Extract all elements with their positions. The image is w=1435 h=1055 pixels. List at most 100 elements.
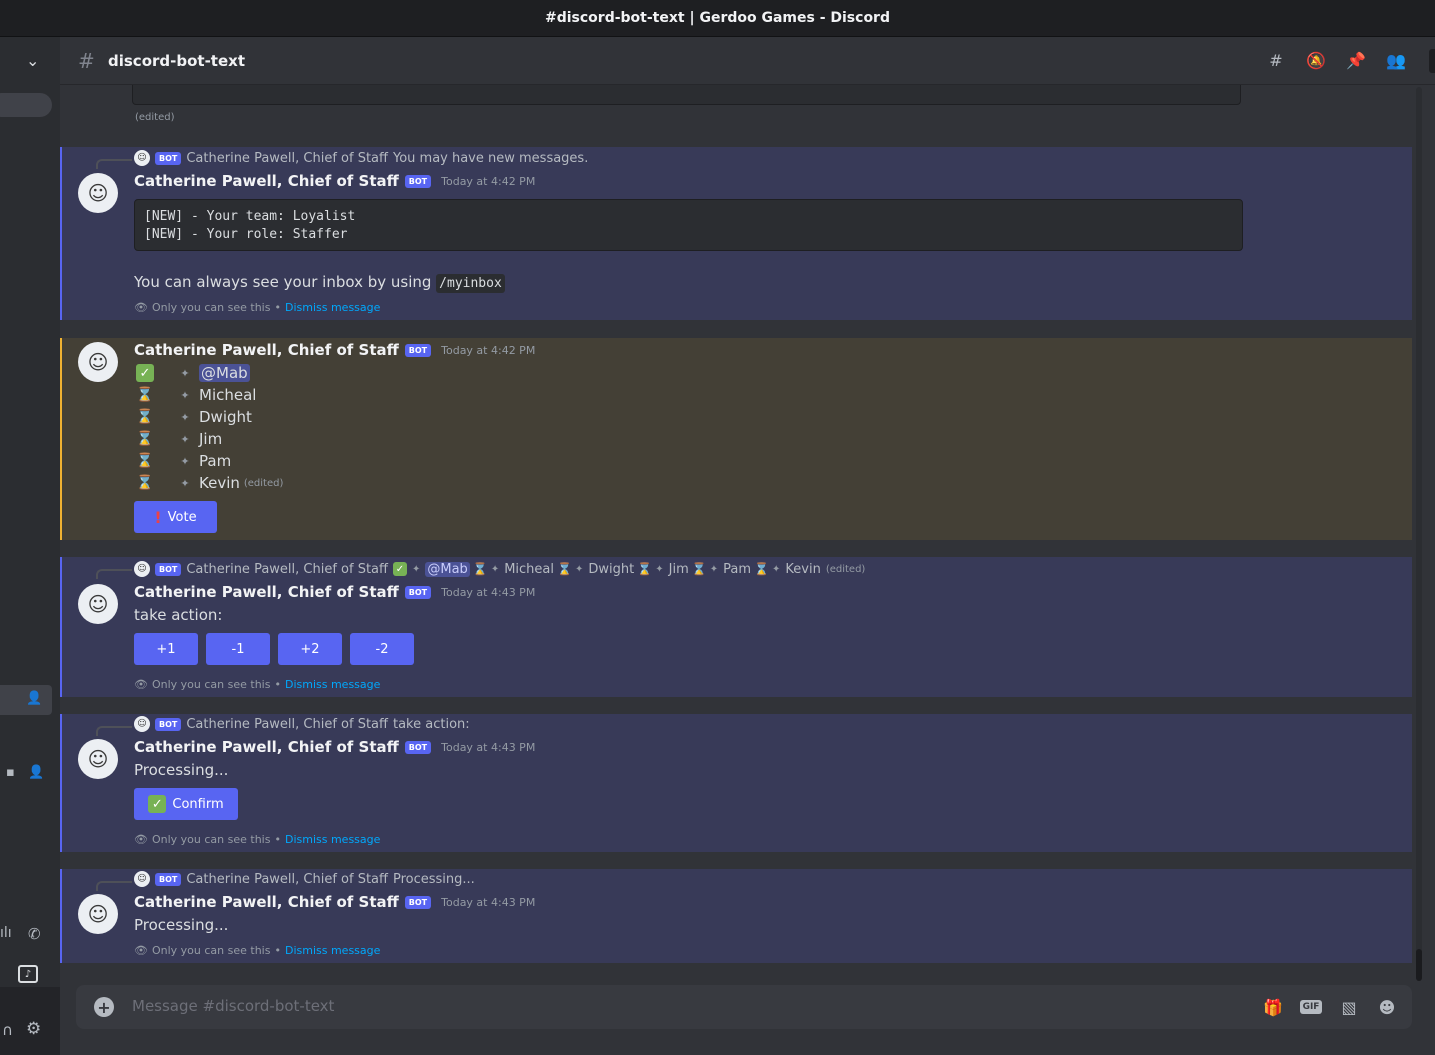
bot-avatar[interactable]: ☺ (78, 739, 118, 779)
add-member-icon[interactable]: 👤 (28, 765, 44, 780)
check-icon: ✓ (148, 795, 167, 813)
voter-name: Micheal (199, 386, 257, 404)
bot-mini-avatar: ☺ (134, 871, 150, 887)
edited-label: (edited) (825, 563, 866, 575)
ephemeral-message: ☺ BOT Catherine Pawell, Chief of Staff ✓… (60, 557, 1412, 697)
author-name[interactable]: Catherine Pawell, Chief of Staff (134, 341, 399, 359)
voter-row: ⌛ ✦ Jim (134, 428, 283, 450)
player-icon: ✦ (180, 366, 190, 380)
separator: • (274, 301, 281, 314)
bot-avatar[interactable]: ☺ (78, 342, 118, 382)
author-name[interactable]: Catherine Pawell, Chief of Staff (134, 583, 399, 601)
voice-activity-icon: ılı (0, 925, 12, 941)
player-icon: ✦ (772, 563, 781, 575)
minus-two-button[interactable]: -2 (350, 633, 414, 665)
bot-badge: BOT (404, 895, 432, 909)
reply-voter: Dwight (588, 561, 635, 577)
separator: • (274, 833, 281, 846)
channel-name: discord-bot-text (108, 51, 245, 70)
ephemeral-message: ☺ BOT Catherine Pawell, Chief of Staff P… (60, 869, 1412, 963)
message-header: Catherine Pawell, Chief of Staff BOT Tod… (134, 341, 535, 359)
add-friend-icon[interactable]: 👤 (26, 691, 42, 706)
voter-row: ⌛ ✦ Pam (134, 450, 283, 472)
confirm-button[interactable]: ✓ Confirm (134, 788, 238, 820)
voter-row: ⌛ ✦ Kevin (edited) (134, 472, 283, 494)
mute-icon[interactable]: 🔕 (1305, 49, 1327, 71)
threads-icon[interactable]: # (1265, 49, 1287, 71)
reply-voter: Micheal (504, 561, 554, 577)
bot-avatar[interactable]: ☺ (78, 173, 118, 213)
author-name[interactable]: Catherine Pawell, Chief of Staff (134, 893, 399, 911)
reply-preview[interactable]: ☺ BOT Catherine Pawell, Chief of Staff ✓… (134, 560, 865, 578)
message-composer[interactable]: + Message #discord-bot-text 🎁 GIF ▧ ☻ (76, 985, 1412, 1029)
ephemeral-notice: 👁 Only you can see this • Dismiss messag… (134, 944, 380, 957)
vote-button[interactable]: ! Vote (134, 501, 217, 533)
reply-voter: Pam (723, 561, 752, 577)
activity-icon[interactable]: ♪ (18, 965, 38, 983)
scrollbar-track[interactable] (1416, 87, 1422, 967)
reply-author: Catherine Pawell, Chief of Staff (186, 150, 388, 166)
header-edge (1429, 49, 1435, 73)
author-name[interactable]: Catherine Pawell, Chief of Staff (134, 738, 399, 756)
chevron-down-icon[interactable]: ⌄ (26, 51, 39, 70)
plus-one-button[interactable]: +1 (134, 633, 198, 665)
separator: • (274, 944, 281, 957)
reply-author: Catherine Pawell, Chief of Staff (186, 871, 388, 887)
role-codeblock: [NEW] - Your team: Loyalist [NEW] - Your… (134, 199, 1243, 251)
plus-two-button[interactable]: +2 (278, 633, 342, 665)
phone-icon[interactable]: ✆ (28, 925, 41, 943)
chat-icon[interactable]: ▪ (6, 765, 15, 780)
eye-icon: 👁 (134, 833, 148, 846)
player-icon: ✦ (180, 388, 190, 402)
voter-name[interactable]: @Mab (199, 364, 250, 382)
hourglass-icon: ⌛ (557, 562, 572, 576)
gear-icon[interactable]: ⚙ (26, 1019, 41, 1039)
check-icon: ✓ (136, 364, 154, 382)
reply-preview[interactable]: ☺ BOT Catherine Pawell, Chief of Staff P… (134, 871, 475, 887)
vote-message: ☺ Catherine Pawell, Chief of Staff BOT T… (60, 338, 1412, 540)
bot-mini-avatar: ☺ (134, 716, 150, 732)
message-input[interactable]: Message #discord-bot-text (132, 997, 334, 1015)
message-text: Processing... (134, 916, 229, 934)
dismiss-message-link[interactable]: Dismiss message (285, 678, 380, 691)
window-title: #discord-bot-text | Gerdoo Games - Disco… (0, 0, 1435, 37)
reply-preview[interactable]: ☺ BOT Catherine Pawell, Chief of Staff Y… (134, 150, 588, 166)
bot-avatar[interactable]: ☺ (78, 894, 118, 934)
minus-one-button[interactable]: -1 (206, 633, 270, 665)
bot-badge: BOT (155, 872, 182, 886)
emoji-icon[interactable]: ☻ (1376, 996, 1398, 1018)
plus-icon[interactable]: + (94, 997, 114, 1017)
message-header: Catherine Pawell, Chief of Staff BOT Tod… (134, 738, 535, 756)
reply-text: You may have new messages. (392, 150, 589, 166)
message-text: take action: (134, 606, 223, 624)
reply-connector (96, 726, 132, 736)
player-icon: ✦ (180, 476, 190, 490)
dismiss-message-link[interactable]: Dismiss message (285, 301, 380, 314)
gif-icon[interactable]: GIF (1299, 996, 1323, 1018)
dismiss-message-link[interactable]: Dismiss message (285, 833, 380, 846)
pin-icon[interactable]: 📌 (1345, 49, 1367, 71)
sticker-icon[interactable]: ▧ (1338, 996, 1360, 1018)
exclamation-icon: ! (154, 507, 162, 527)
reply-voter: @Mab (425, 561, 470, 577)
player-icon: ✦ (180, 454, 190, 468)
player-icon: ✦ (575, 563, 584, 575)
bot-badge: BOT (404, 740, 432, 754)
ephemeral-notice: 👁 Only you can see this • Dismiss messag… (134, 678, 380, 691)
members-icon[interactable]: 👥 (1385, 49, 1407, 71)
headphones-icon[interactable]: ∩ (2, 1021, 13, 1039)
confirm-button-label: Confirm (172, 796, 224, 812)
timestamp: Today at 4:43 PM (441, 740, 536, 754)
sidebar-active-row[interactable]: 👤 (0, 685, 52, 715)
reply-connector (96, 159, 132, 169)
author-name[interactable]: Catherine Pawell, Chief of Staff (134, 172, 399, 190)
vote-button-label: Vote (167, 509, 197, 525)
gift-icon[interactable]: 🎁 (1262, 996, 1284, 1018)
reply-preview[interactable]: ☺ BOT Catherine Pawell, Chief of Staff t… (134, 716, 470, 732)
sidebar-channel-pill[interactable] (0, 93, 52, 117)
scrollbar-thumb[interactable] (1416, 949, 1422, 981)
hash-icon: # (78, 48, 95, 73)
dismiss-message-link[interactable]: Dismiss message (285, 944, 380, 957)
bot-avatar[interactable]: ☺ (78, 584, 118, 624)
eye-icon: 👁 (134, 301, 148, 314)
